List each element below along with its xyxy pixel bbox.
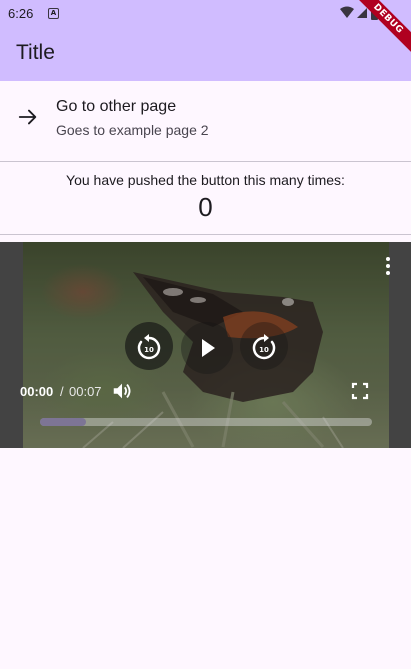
tile-subtitle: Goes to example page 2 [56,122,209,138]
arrow-forward-icon [18,109,37,125]
video-player[interactable]: 10 10 00:00 / 00:07 [0,242,411,448]
volume-icon[interactable] [111,380,133,402]
app-bar: Title [0,30,411,81]
divider [0,161,411,162]
notification-icon: A [48,8,59,19]
page-title: Title [16,41,55,64]
time-separator: / [60,384,64,399]
counter-value: 0 [198,192,213,222]
forward-10-button[interactable]: 10 [240,322,288,370]
play-button[interactable] [181,322,233,374]
forward-seconds-label: 10 [259,346,269,354]
current-time: 00:00 [20,384,54,399]
progress-bar[interactable] [40,418,372,426]
more-vert-icon[interactable] [380,256,396,276]
rewind-10-button[interactable]: 10 [125,322,173,370]
forward-10-icon: 10 [252,334,276,360]
status-bar: 6:26 A [0,0,411,30]
wifi-battery-icon [340,6,378,20]
total-duration: 00:07 [69,384,102,399]
replay-10-icon: 10 [137,334,161,360]
fullscreen-icon[interactable] [350,381,370,401]
go-to-other-page-tile[interactable]: Go to other page Goes to example page 2 [0,81,411,161]
divider [0,234,411,235]
progress-fill [40,418,87,426]
status-time: 6:26 [8,6,34,21]
rewind-seconds-label: 10 [144,346,154,354]
counter-label: You have pushed the button this many tim… [66,172,345,188]
tile-title: Go to other page [56,98,177,115]
play-icon [202,339,215,357]
